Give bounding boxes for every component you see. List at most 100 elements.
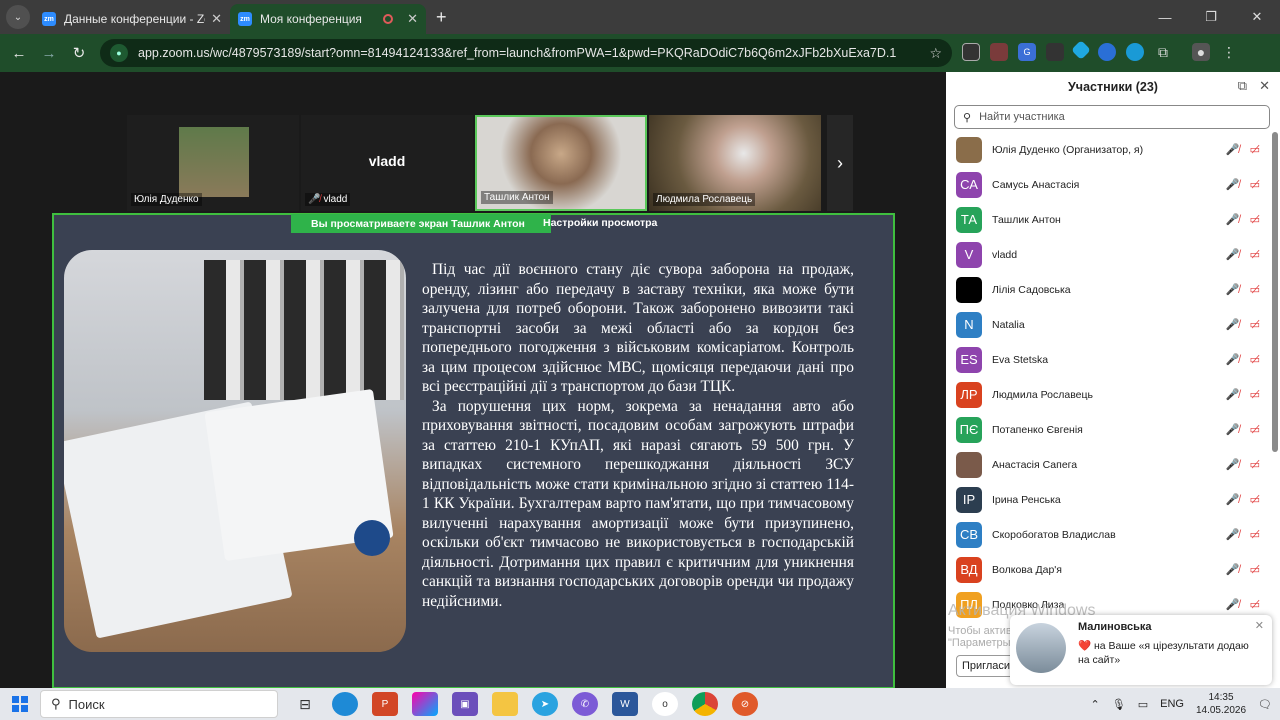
network-icon[interactable]: ▭	[1138, 698, 1148, 711]
view-options-button[interactable]: Настройки просмотра	[543, 217, 657, 229]
word-icon[interactable]: W	[612, 692, 638, 716]
notifications-icon[interactable]: 🗨	[1258, 698, 1272, 711]
video-tile[interactable]: Юлія Дуденко	[127, 115, 299, 211]
app-icon[interactable]: ⊘	[732, 692, 758, 716]
app-icon[interactable]: o	[652, 692, 678, 716]
tab-conference-data[interactable]: zm Данные конференции - Zoom ✕	[34, 4, 230, 34]
participant-status-icons: 🎤̸ ▭̸	[1226, 178, 1260, 191]
participant-row[interactable]: ТА Ташлик Антон 🎤̸ ▭̸	[946, 202, 1280, 237]
mic-muted-icon: 🎤̸	[1225, 389, 1240, 401]
extension-icon[interactable]	[990, 43, 1008, 61]
camera-off-icon: ▭̸	[1249, 599, 1260, 611]
start-icon[interactable]	[12, 696, 28, 712]
tray-overflow-icon[interactable]: ⌃	[1091, 698, 1100, 711]
telegram-icon[interactable]: ➤	[532, 692, 558, 716]
participant-search-input[interactable]: ⚲ Найти участника	[954, 105, 1270, 129]
camera-off-icon: ▭̸	[1249, 354, 1260, 366]
minimize-icon[interactable]: —	[1142, 10, 1188, 25]
forward-icon[interactable]: →	[34, 45, 64, 62]
mic-muted-icon: 🎤̸	[1225, 599, 1240, 611]
bookmark-star-icon[interactable]: ☆	[929, 45, 942, 62]
avatar: СА	[956, 171, 982, 198]
next-page-chevron-icon[interactable]: ›	[827, 115, 853, 211]
clock-date: 14.05.2026	[1195, 705, 1247, 716]
powerpoint-icon[interactable]: P	[372, 692, 398, 716]
camera-off-icon: ▭̸	[1249, 424, 1260, 436]
chrome-icon[interactable]	[692, 692, 718, 716]
screenshot-extension-icon[interactable]	[962, 43, 980, 61]
participant-row[interactable]: ЛР Людмила Рославець 🎤̸ ▭̸	[946, 377, 1280, 412]
microphone-icon[interactable]: 🎙	[1112, 698, 1126, 711]
profile-avatar[interactable]: ●	[1192, 43, 1210, 61]
participant-status-icons: 🎤̸ ▭̸	[1226, 528, 1260, 541]
popout-icon[interactable]: ⧉	[1238, 78, 1247, 94]
reload-icon[interactable]: ↻	[64, 44, 94, 62]
tab-search-icon[interactable]: ⌄	[6, 5, 30, 29]
browser-tab-strip: ⌄ zm Данные конференции - Zoom ✕ zm Моя …	[0, 0, 1280, 34]
mic-muted-icon: 🎤̸	[1225, 564, 1240, 576]
edge-icon[interactable]	[332, 692, 358, 716]
participant-row[interactable]: СВ Скоробогатов Владислав 🎤̸ ▭̸	[946, 517, 1280, 552]
back-icon[interactable]: ←	[4, 45, 34, 62]
participant-row[interactable]: ІР Ірина Ренська 🎤̸ ▭̸	[946, 482, 1280, 517]
search-placeholder: Найти участника	[979, 111, 1065, 123]
extension-icon[interactable]	[1098, 43, 1116, 61]
extension-icon[interactable]	[1071, 40, 1091, 60]
participant-status-icons: 🎤̸ ▭̸	[1226, 143, 1260, 156]
video-tile-active-speaker[interactable]: Ташлик Антон	[475, 115, 647, 211]
invite-button[interactable]: Пригласи	[956, 655, 1016, 677]
save-app-icon[interactable]: ▣	[452, 692, 478, 716]
mic-muted-icon: 🎤̸	[1225, 284, 1240, 296]
tab-my-conference[interactable]: zm Моя конференция ✕	[230, 4, 426, 34]
participant-row[interactable]: ES Eva Stetska 🎤̸ ▭̸	[946, 342, 1280, 377]
participant-row[interactable]: Юлія Дуденко (Организатор, я) 🎤̸ ▭̸	[946, 132, 1280, 167]
participant-row[interactable]: N Natalia 🎤̸ ▭̸	[946, 307, 1280, 342]
copilot-icon[interactable]	[412, 692, 438, 716]
close-panel-icon[interactable]: ✕	[1259, 78, 1270, 94]
avatar: ЛР	[956, 381, 982, 408]
participant-row[interactable]: СА Самусь Анастасія 🎤̸ ▭̸	[946, 167, 1280, 202]
taskbar-search[interactable]: ⚲ Поиск	[40, 690, 278, 718]
edge-extension-icon[interactable]	[1126, 43, 1144, 61]
participant-row[interactable]: Vvladd 🎤̸ ▭̸	[946, 237, 1280, 272]
video-tile[interactable]: Людмила Рославець	[649, 115, 821, 211]
window-controls: — ❐ ✕	[1142, 0, 1280, 34]
extension-icon[interactable]	[1046, 43, 1064, 61]
file-explorer-icon[interactable]	[492, 692, 518, 716]
participant-row[interactable]: ВД Волкова Дар'я 🎤̸ ▭̸	[946, 552, 1280, 587]
mic-muted-icon: 🎤̸	[1225, 214, 1240, 226]
participant-row[interactable]: Лілія Садовська 🎤̸ ▭̸	[946, 272, 1280, 307]
close-tab-icon[interactable]: ✕	[407, 11, 418, 27]
video-tile[interactable]: vladd 🎤̸ vladd	[301, 115, 473, 211]
tab-label: Данные конференции - Zoom	[64, 12, 205, 26]
viber-icon[interactable]: ✆	[572, 692, 598, 716]
participant-row[interactable]: Анастасія Сапега 🎤̸ ▭̸	[946, 447, 1280, 482]
scrollbar[interactable]	[1272, 132, 1278, 452]
maximize-icon[interactable]: ❐	[1188, 9, 1234, 25]
search-icon: ⚲	[51, 696, 61, 711]
camera-off-icon: ▭̸	[1249, 284, 1260, 296]
task-view-icon[interactable]: ⊟	[292, 692, 318, 716]
mic-muted-icon: 🎤̸	[308, 194, 321, 205]
close-tab-icon[interactable]: ✕	[211, 11, 222, 27]
clock-time: 14:35	[1208, 692, 1234, 703]
video-tile-name: Юлія Дуденко	[131, 193, 202, 206]
site-info-icon[interactable]: ●	[110, 44, 128, 62]
clock[interactable]: 14:35 14.05.2026	[1196, 691, 1246, 717]
language-indicator[interactable]: ENG	[1160, 698, 1184, 710]
panel-controls: ⧉ ✕	[1238, 78, 1270, 94]
translate-extension-icon[interactable]: G	[1018, 43, 1036, 61]
new-tab-button[interactable]: +	[436, 7, 447, 28]
close-window-icon[interactable]: ✕	[1234, 9, 1280, 25]
menu-kebab-icon[interactable]: ⋮	[1220, 43, 1238, 61]
url-field[interactable]: ● app.zoom.us/wc/4879573189/start?omn=81…	[100, 39, 952, 67]
slide-text: Під час дії воєнного стану діє сувора за…	[422, 260, 854, 611]
participant-status-icons: 🎤̸ ▭̸	[1226, 388, 1260, 401]
camera-off-icon: ▭̸	[1249, 249, 1260, 261]
extensions-puzzle-icon[interactable]: ⧉	[1154, 43, 1172, 61]
close-notification-icon[interactable]: ✕	[1255, 619, 1264, 632]
chat-notification[interactable]: Малиновська ❤️ на Ваше «я цірезультати д…	[1010, 615, 1272, 685]
participant-row[interactable]: ПЄ Потапенко Євгенія 🎤̸ ▭̸	[946, 412, 1280, 447]
stamp-illustration	[354, 520, 390, 556]
banner-text: Вы просматриваете экран Ташлик Антон	[311, 217, 525, 230]
